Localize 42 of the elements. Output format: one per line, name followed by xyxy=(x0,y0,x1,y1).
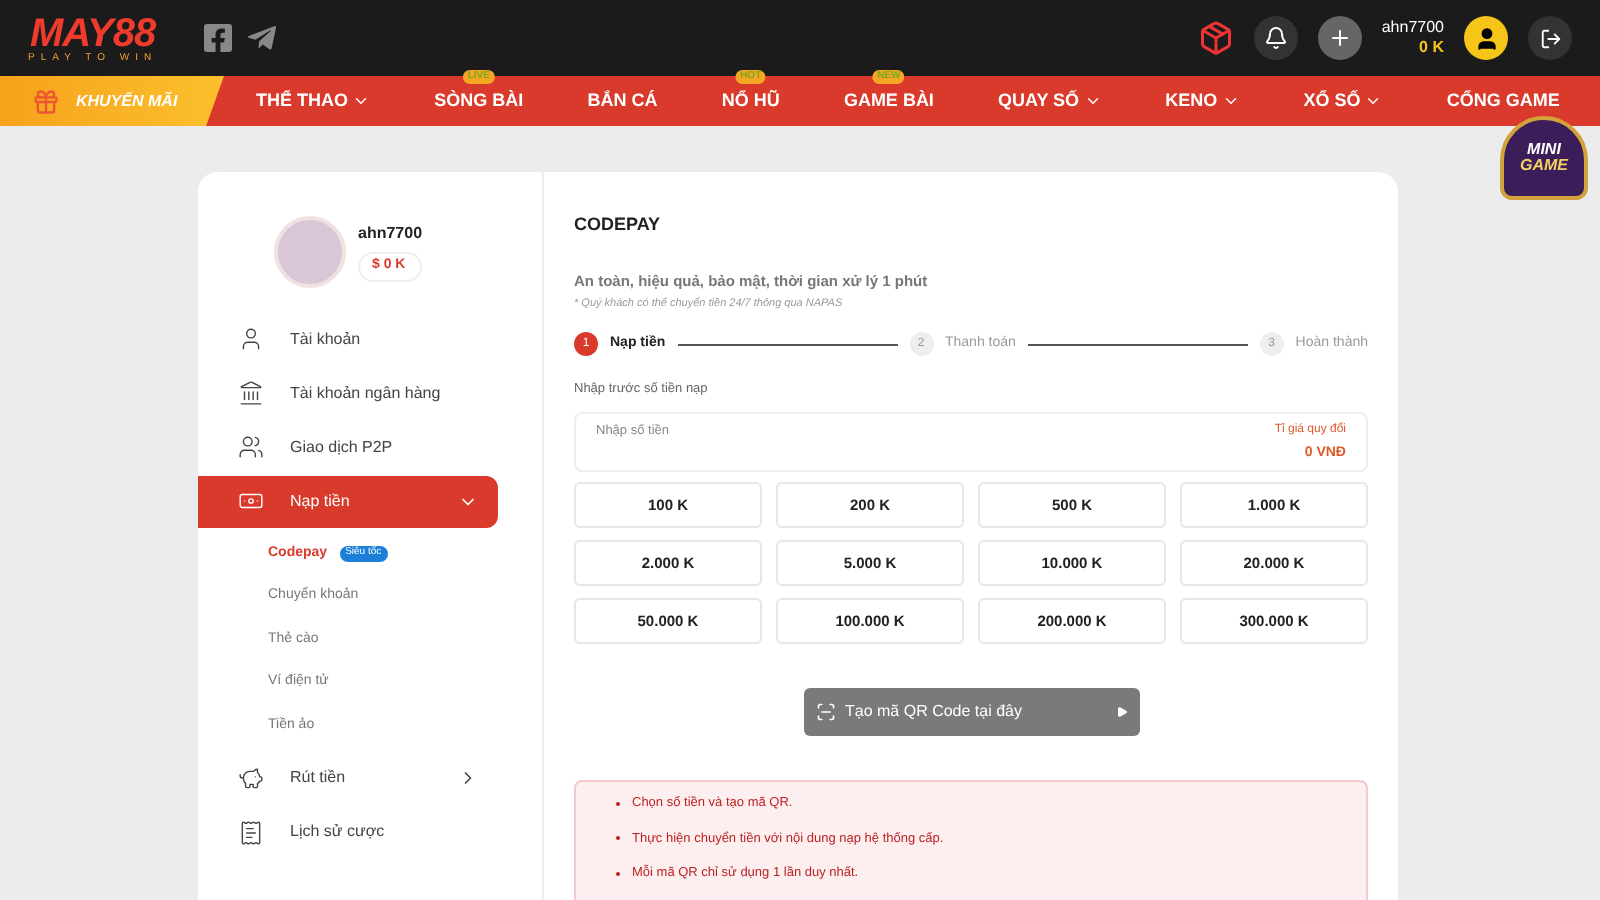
nav-item[interactable]: THỂ THAO xyxy=(256,87,371,115)
play-icon xyxy=(1115,705,1127,718)
gift-box-icon[interactable] xyxy=(1197,20,1234,56)
gift-icon xyxy=(32,87,60,115)
bell-icon xyxy=(1263,26,1288,50)
sidebar-item[interactable]: Rút tiền xyxy=(198,752,498,804)
qr-button[interactable]: Tạo mã QR Code tại đây xyxy=(803,687,1139,736)
plus-icon xyxy=(1327,26,1352,50)
mini-game-badge[interactable]: MINI GAME xyxy=(1500,116,1588,200)
menu-icon xyxy=(238,434,264,460)
sidebar-item[interactable]: Nạp tiền xyxy=(198,475,498,527)
page-title: CODEPAY xyxy=(574,212,663,238)
sidebar-item[interactable]: Tài khoản xyxy=(198,313,498,365)
menu-icon xyxy=(238,765,264,791)
sidebar-item[interactable]: Giao dịch P2P xyxy=(198,421,498,473)
header-username: ahn7700 xyxy=(1381,18,1444,38)
nav-item[interactable]: BẮN CÁ xyxy=(587,87,658,115)
menu-icon xyxy=(238,326,264,352)
facebook-icon[interactable] xyxy=(201,22,234,54)
user-icon xyxy=(1473,25,1499,51)
logo-brand: MAY88 xyxy=(29,13,156,53)
logout-icon xyxy=(1539,27,1561,49)
menu-icon xyxy=(238,488,264,514)
logout-button[interactable] xyxy=(1528,16,1572,60)
menu-icon xyxy=(238,819,264,845)
mini-game-text: GAME xyxy=(1520,158,1568,174)
header-balance: 0 K xyxy=(1419,38,1444,58)
profile-name: ahn7700 xyxy=(358,222,423,247)
nav-item[interactable]: QUAY SỐ xyxy=(998,87,1102,115)
avatar-button[interactable] xyxy=(1464,16,1508,60)
telegram-icon[interactable] xyxy=(245,22,278,54)
avatar xyxy=(274,216,346,288)
mini-game-text: MINI xyxy=(1527,142,1561,158)
sidebar-item[interactable]: Tài khoản ngân hàng xyxy=(198,367,498,419)
sidebar-item[interactable]: Lịch sử cược xyxy=(198,806,498,858)
nav-item[interactable]: CỔNG GAME xyxy=(1446,87,1560,115)
menu-icon xyxy=(238,380,264,406)
notification-button[interactable] xyxy=(1253,16,1298,60)
qr-scan-icon xyxy=(815,701,835,722)
add-button[interactable] xyxy=(1317,16,1362,60)
nav-item[interactable]: KENO xyxy=(1165,87,1240,115)
nav-item[interactable]: XỔ SỐ xyxy=(1303,87,1383,115)
